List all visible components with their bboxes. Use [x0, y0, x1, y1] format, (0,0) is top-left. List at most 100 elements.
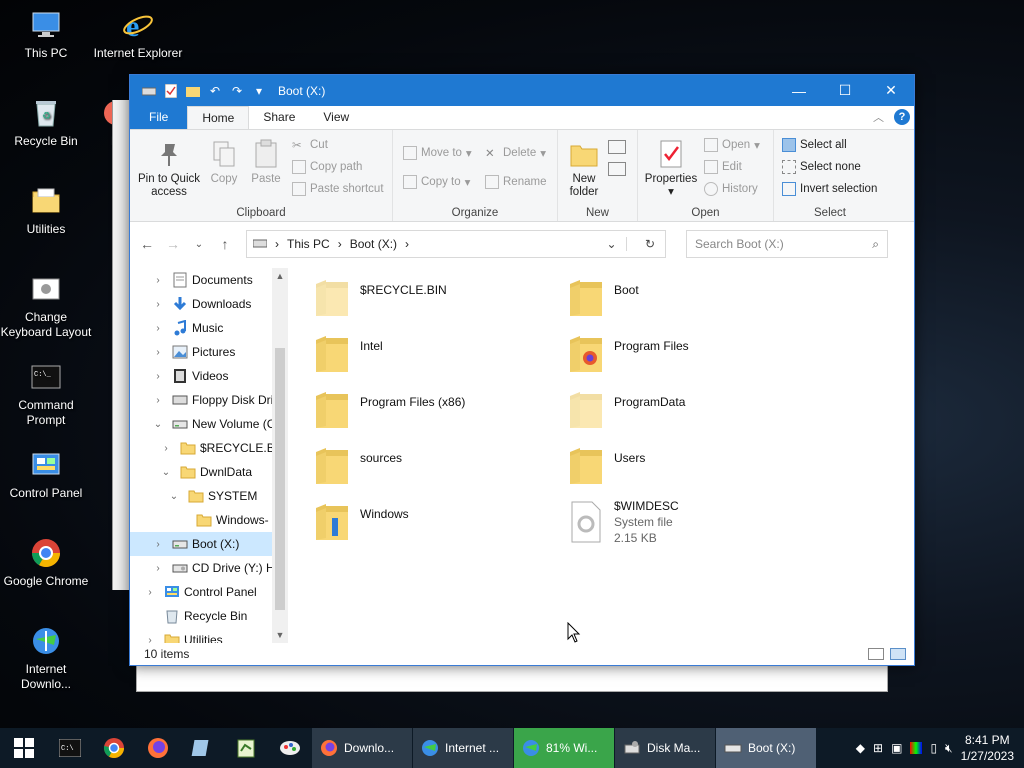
taskbar-task[interactable]: Boot (X:) [716, 728, 817, 768]
minimize-button[interactable]: — [776, 75, 822, 106]
nav-item[interactable]: ⌄ New Volume (C [130, 412, 288, 436]
maximize-button[interactable]: ☐ [822, 75, 868, 106]
file-item[interactable]: $WIMDESC System file 2.15 KB [542, 498, 796, 554]
file-item[interactable]: sources [288, 442, 542, 498]
taskbar-task[interactable]: 81% Wi... [514, 728, 615, 768]
desktop-icon[interactable]: Change Keyboard Layout [0, 272, 92, 340]
nav-item[interactable]: › Utilities [130, 628, 288, 643]
recent-locations-icon[interactable]: ⌄ [190, 239, 208, 250]
pinned-app-1[interactable] [180, 728, 224, 768]
desktop-icon[interactable]: Google Chrome [0, 536, 92, 589]
start-button[interactable] [0, 728, 48, 768]
tab-file[interactable]: File [130, 105, 188, 129]
back-arrow-icon[interactable]: ← [138, 236, 156, 252]
pin-to-quick-access-button[interactable]: Pin to Quick access [136, 138, 202, 199]
chevron-right-icon[interactable]: › [152, 371, 164, 382]
chevron-down-icon[interactable]: ⌄ [168, 491, 180, 502]
chevron-right-icon[interactable]: › [152, 323, 164, 334]
tab-view[interactable]: View [309, 106, 363, 129]
nav-item[interactable]: › $RECYCLE.BIN [130, 436, 288, 460]
properties-button[interactable]: Properties ▾ [642, 138, 700, 199]
paste-button[interactable]: Paste [246, 138, 286, 186]
pinned-app-2[interactable] [224, 728, 268, 768]
nav-scrollbar[interactable]: ▲ ▼ [272, 268, 288, 643]
desktop-icon[interactable]: C:\_ Command Prompt [0, 360, 92, 428]
pinned-chrome[interactable] [92, 728, 136, 768]
nav-item[interactable]: › Downloads [130, 292, 288, 316]
color-tray-icon[interactable] [910, 742, 923, 754]
new-item-icon[interactable] [608, 140, 626, 154]
chevron-down-icon[interactable]: ⌄ [160, 467, 172, 478]
file-item[interactable]: $RECYCLE.BIN [288, 274, 542, 330]
up-arrow-icon[interactable]: ↑ [216, 236, 234, 252]
tab-home[interactable]: Home [187, 106, 250, 129]
file-item[interactable]: Users [542, 442, 796, 498]
refresh-icon[interactable]: ↻ [635, 237, 665, 251]
nav-item[interactable]: ⌄ SYSTEM [130, 484, 288, 508]
nav-item[interactable]: › Boot (X:) [130, 532, 288, 556]
edit-button[interactable]: Edit [704, 160, 742, 174]
close-button[interactable]: ✕ [868, 75, 914, 106]
pinned-app-3[interactable] [268, 728, 312, 768]
desktop-icon[interactable]: e Internet Explorer [92, 8, 184, 61]
chevron-right-icon[interactable]: › [152, 539, 164, 550]
chevron-right-icon[interactable]: › [152, 395, 164, 406]
nav-item[interactable]: › Control Panel [130, 580, 288, 604]
title-bar[interactable]: ↶ ↷ ▾ Boot (X:) — ☐ ✕ [130, 75, 914, 106]
address-bar[interactable]: › This PC › Boot (X:) › ⌄ ↻ [246, 230, 666, 258]
scroll-down-icon[interactable]: ▼ [272, 627, 288, 643]
scroll-up-icon[interactable]: ▲ [272, 268, 288, 284]
clock[interactable]: 8:41 PM 1/27/2023 [961, 732, 1014, 764]
delete-button[interactable]: ✕ Delete ▾ [485, 146, 546, 160]
customize-quick-access-icon[interactable]: ▾ [250, 82, 268, 100]
new-folder-button[interactable]: New folder [564, 138, 604, 199]
paste-shortcut-button[interactable]: Paste shortcut [292, 182, 384, 196]
monitor-tray-icon[interactable]: ▣ [891, 741, 902, 755]
redo-icon[interactable]: ↷ [228, 82, 246, 100]
nav-item[interactable]: › Videos [130, 364, 288, 388]
easy-access-icon[interactable] [608, 162, 626, 176]
chevron-right-icon[interactable]: › [152, 275, 164, 286]
chevron-right-icon[interactable]: › [152, 347, 164, 358]
desktop-icon[interactable]: ♻ Recycle Bin [0, 96, 92, 149]
pinned-cmd[interactable]: C:\ [48, 728, 92, 768]
details-view-icon[interactable] [868, 648, 884, 660]
nav-item[interactable]: › CD Drive (Y:) H [130, 556, 288, 580]
taskbar-task[interactable]: Internet ... [413, 728, 514, 768]
chevron-right-icon[interactable]: › [152, 299, 164, 310]
chevron-right-icon[interactable]: › [144, 587, 156, 598]
breadcrumb-separator-icon[interactable]: › [405, 237, 409, 251]
nav-item[interactable]: › Documents [130, 268, 288, 292]
usb-tray-icon[interactable]: ▯ [930, 741, 937, 755]
file-item[interactable]: ProgramData [542, 386, 796, 442]
file-item[interactable]: Program Files (x86) [288, 386, 542, 442]
nav-item[interactable]: ⌄ DwnlData [130, 460, 288, 484]
pinned-firefox[interactable] [136, 728, 180, 768]
breadcrumb-boot[interactable]: Boot (X:) [350, 237, 397, 251]
network-tray-icon[interactable]: ⊞ [873, 741, 883, 755]
nav-item[interactable]: › Floppy Disk Dri [130, 388, 288, 412]
large-icons-view-icon[interactable] [890, 648, 906, 660]
nav-item[interactable]: Recycle Bin [130, 604, 288, 628]
file-item[interactable]: Program Files [542, 330, 796, 386]
chevron-right-icon[interactable]: › [152, 563, 164, 574]
copy-button[interactable]: Copy [204, 138, 244, 186]
forward-arrow-icon[interactable]: → [164, 236, 182, 252]
file-item[interactable]: Boot [542, 274, 796, 330]
help-icon[interactable]: ? [894, 109, 910, 125]
cut-button[interactable]: ✂ Cut [292, 138, 328, 152]
search-input[interactable]: Search Boot (X:) [695, 237, 784, 251]
chevron-right-icon[interactable]: › [160, 443, 172, 454]
file-item[interactable]: Windows [288, 498, 542, 554]
properties-quick-icon[interactable] [162, 82, 180, 100]
undo-icon[interactable]: ↶ [206, 82, 224, 100]
nav-item[interactable]: › Music [130, 316, 288, 340]
collapse-ribbon-icon[interactable]: ︿ [873, 109, 884, 125]
chevron-right-icon[interactable]: › [144, 635, 156, 644]
rename-button[interactable]: Rename [485, 175, 546, 189]
select-all-button[interactable]: Select all [782, 138, 847, 152]
history-button[interactable]: History [704, 182, 758, 196]
open-button[interactable]: Open ▾ [704, 138, 760, 152]
breadcrumb-this-pc[interactable]: This PC [287, 237, 330, 251]
desktop-icon[interactable]: Control Panel [0, 448, 92, 501]
